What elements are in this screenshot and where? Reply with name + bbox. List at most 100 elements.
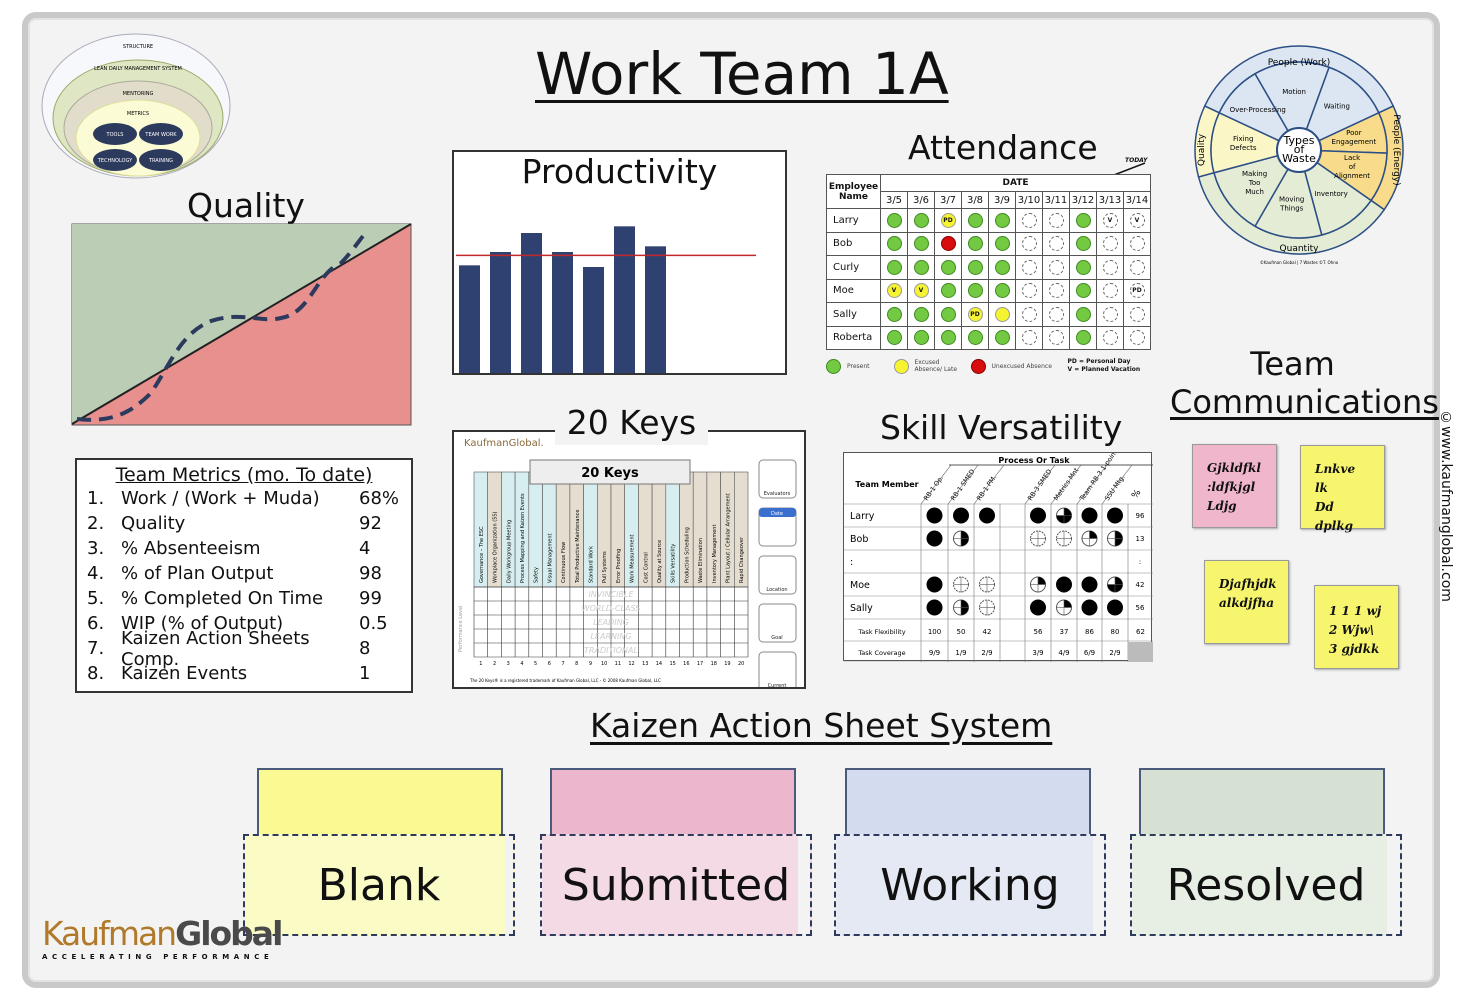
note-line: 3 gjdkk [1329, 642, 1380, 656]
wheel-group-label: Quality [1197, 133, 1207, 166]
kaizen-card-pocket[interactable]: Working [834, 834, 1106, 936]
note-line: Lnkve lk [1315, 462, 1356, 495]
skill-level-ball [953, 576, 969, 593]
member-pct: : [1139, 558, 1141, 566]
kaizen-card-pocket[interactable]: Resolved [1130, 834, 1402, 936]
productivity-bar [645, 246, 666, 373]
key-number: 4 [520, 661, 523, 667]
team-metrics-panel: Team Metrics (mo. To date) 1. Work / (Wor… [75, 458, 413, 693]
skill-level-ball [979, 507, 995, 524]
key-label: Pull Systems [602, 551, 608, 583]
ring-label: METRICS [127, 111, 149, 117]
svg-text:TOOLS: TOOLS [106, 132, 124, 138]
attendance-row: Sally PD [826, 302, 1151, 327]
productivity-bar [459, 265, 480, 373]
wheel-group-label: People (Work) [1268, 58, 1331, 68]
task-flex-value: 56 [1034, 628, 1043, 636]
metric-value: 99 [359, 588, 382, 609]
task-cov-label: Task Coverage [857, 649, 905, 657]
skill-level-ball [926, 507, 943, 524]
kaizen-title: Kaizen Action Sheet System [590, 706, 1053, 745]
pct-header: % [1130, 488, 1143, 501]
quality-title: Quality [187, 186, 305, 225]
task-flex-value: 62 [1136, 628, 1145, 636]
employee-name: Roberta [826, 325, 881, 350]
svg-text:Location: Location [766, 587, 787, 593]
task-cov-value: 1/9 [955, 649, 966, 657]
attendance-status-dot [1102, 259, 1118, 275]
skill-level-ball [1081, 507, 1098, 524]
task-cov-value: 3/9 [1032, 649, 1043, 657]
metric-row: 1. Work / (Work + Muda) 68% [87, 486, 401, 511]
metric-value: 8 [359, 638, 371, 659]
key-number: 9 [589, 661, 592, 667]
skill-level-ball [1107, 599, 1123, 616]
wheel-group-label: People (Energy) [1391, 114, 1401, 185]
attendance-status-dot [967, 236, 983, 252]
skill-level-ball [1056, 530, 1072, 547]
waste-segment-label: Inventory [1314, 190, 1347, 198]
key-label: Rapid Changeover [739, 536, 745, 583]
metric-label: % of Plan Output [121, 563, 274, 584]
attendance-status-dot [1075, 259, 1091, 275]
sticky-note: Djafhjdk alkdjfha [1204, 560, 1289, 644]
task-header: Team RB-3 1-points [1078, 453, 1122, 503]
ring-label: MENTORING [123, 91, 154, 97]
skill-level-ball [1056, 599, 1072, 616]
member-pct: 42 [1136, 581, 1145, 589]
attendance-status-dot: V [1129, 212, 1145, 228]
present-icon [826, 358, 841, 374]
attendance-status-dot [886, 330, 902, 346]
kaizen-card-pocket[interactable]: Submitted [540, 834, 812, 936]
key-number: 14 [656, 661, 662, 667]
sticky-note: 1 1 1 wj 2 Wjw\ 3 gjdkk [1314, 585, 1399, 669]
metric-number: 3. [87, 538, 105, 559]
skill-level-ball [926, 599, 943, 616]
key-label: Daily Workgroup Meeting [506, 520, 512, 583]
key-number: 10 [601, 661, 607, 667]
skill-versatility-matrix: Process Or TaskTeam MemberRB-1 Op.RB-1 S… [843, 445, 1153, 663]
twenty-keys-sheet: KaufmanGlobal. Governance – The ESC 1 Workp… [452, 430, 806, 689]
skill-level-ball [979, 576, 995, 593]
date-column-header: 3/12 [1069, 191, 1097, 209]
waste-wheel: Types of WastePeople (Work)People (Energy)… [1194, 45, 1404, 265]
employee-name: Sally [826, 302, 881, 327]
key-label: Skills Versatility [671, 544, 677, 583]
productivity-bar [490, 252, 511, 373]
employee-name: Larry [826, 208, 881, 233]
sticky-note: Lnkve lk Dd dplkg [1300, 445, 1385, 533]
attendance-status-dot [940, 259, 956, 275]
productivity-bar [583, 267, 604, 373]
attendance-status-dot [913, 306, 929, 322]
employee-name: Moe [826, 278, 881, 303]
task-flex-value: 100 [928, 628, 941, 636]
skill-level-ball [1056, 507, 1072, 524]
attendance-status-dot: V [886, 283, 902, 299]
kaizen-card-pocket[interactable]: Blank [243, 834, 515, 936]
kaufman-global-logo: KaufmanGlobal ACCELERATING PERFORMANCE [42, 914, 283, 962]
attendance-status-dot: PD [1129, 283, 1145, 299]
metric-label: Kaizen Events [121, 663, 248, 684]
attendance-status-dot [1075, 306, 1091, 322]
ring-label: LEAN DAILY MANAGEMENT SYSTEM [94, 66, 182, 72]
metric-label: % Completed On Time [121, 588, 324, 609]
excused-icon [893, 358, 909, 374]
skill-versatility-title: Skill Versatility [880, 408, 1123, 447]
waste-segment-label: Moving Things [1279, 196, 1304, 213]
performance-level-label: LEADING [593, 618, 629, 627]
attendance-status-dot [913, 212, 929, 228]
key-label: Standard Work [588, 546, 594, 583]
attendance-status-dot [994, 330, 1010, 346]
metric-number: 5. [87, 588, 105, 609]
task-cov-value: 4/9 [1058, 649, 1069, 657]
kaizen-card-label: Blank [317, 859, 441, 911]
skill-level-ball [1030, 530, 1046, 547]
attendance-status-dot [1102, 283, 1118, 299]
attendance-status-dot [967, 259, 983, 275]
ring-label: STRUCTURE [123, 44, 153, 50]
structure-diagram: STRUCTURE LEAN DAILY MANAGEMENT SYSTEM M… [41, 33, 231, 179]
skill-level-ball [1030, 507, 1046, 524]
attendance-row: Curly [826, 255, 1151, 280]
quality-chart [71, 223, 412, 426]
attendance-status-dot [1021, 236, 1037, 252]
